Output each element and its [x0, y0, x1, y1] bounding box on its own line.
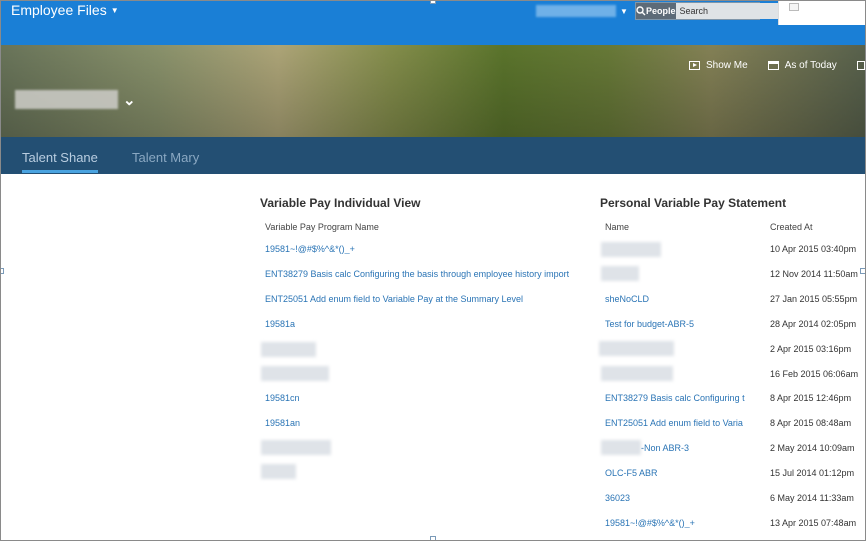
created-at-value: 13 Apr 2015 07:48am: [770, 518, 857, 528]
created-at-value: 6 May 2014 11:33am: [770, 493, 854, 503]
name-column-header: Name: [605, 222, 630, 232]
more-actions-icon[interactable]: [856, 61, 865, 70]
caret-down-icon: ▼: [110, 5, 119, 15]
app-title-label: Employee Files: [11, 2, 107, 18]
created-at-value: 16 Feb 2015 06:06am: [770, 369, 859, 379]
created-at-value: 2 May 2014 10:09am: [770, 443, 855, 453]
tab-talent-mary[interactable]: Talent Mary: [132, 137, 199, 174]
statement-link-redacted[interactable]: [599, 341, 674, 356]
variable-pay-title: Variable Pay Individual View: [260, 196, 421, 210]
program-link[interactable]: ENT38279 Basis calc Configuring the basi…: [265, 269, 569, 279]
statement-link[interactable]: Test for budget-ABR-5: [605, 319, 760, 329]
created-at-value: 27 Jan 2015 05:55pm: [770, 294, 858, 304]
as-of-today-button[interactable]: As of Today: [767, 60, 837, 71]
resize-handle[interactable]: [860, 268, 865, 274]
program-link-redacted[interactable]: [261, 342, 316, 357]
resize-handle[interactable]: [430, 1, 436, 4]
created-at-value: 8 Apr 2015 08:48am: [770, 418, 852, 428]
calendar-icon: [767, 61, 779, 70]
program-link[interactable]: 19581cn: [265, 393, 300, 403]
program-link[interactable]: ENT25051 Add enum field to Variable Pay …: [265, 294, 523, 304]
statement-link-redacted[interactable]: [601, 366, 673, 381]
program-link[interactable]: 19581a: [265, 319, 295, 329]
statement-title: Personal Variable Pay Statement: [600, 196, 787, 210]
statement-link[interactable]: ENT38279 Basis calc Configuring t: [605, 393, 749, 403]
program-link[interactable]: 19581an: [265, 418, 300, 428]
program-link[interactable]: 19581~!@#$%^&*()_+: [265, 244, 355, 254]
show-me-button[interactable]: Show Me: [689, 60, 748, 71]
created-at-column-header: Created At: [770, 222, 813, 232]
created-at-value: 2 Apr 2015 03:16pm: [770, 344, 852, 354]
created-at-value: 10 Apr 2015 03:40pm: [770, 244, 857, 254]
show-me-label: Show Me: [706, 60, 748, 71]
program-link-redacted[interactable]: [261, 366, 329, 381]
profile-banner: Show Me As of Today ⌄: [1, 45, 865, 137]
statement-link[interactable]: ENT25051 Add enum field to Varia: [605, 418, 749, 428]
app-title-menu[interactable]: Employee Files ▼: [11, 2, 119, 18]
tab-talent-shane[interactable]: Talent Shane: [22, 137, 98, 174]
created-at-value: 15 Jul 2014 01:12pm: [770, 468, 855, 478]
statement-link-redacted[interactable]: [601, 242, 661, 257]
user-name-redacted: [536, 5, 616, 17]
statement-link[interactable]: OLC-F5 ABR: [605, 468, 760, 478]
program-link-redacted[interactable]: [261, 440, 331, 455]
user-menu[interactable]: ▼: [536, 4, 628, 18]
statement-link-redacted[interactable]: [601, 440, 641, 455]
employee-name-selector[interactable]: ⌄: [15, 90, 136, 109]
resize-handle[interactable]: [1, 268, 4, 274]
banner-actions: Show Me As of Today: [689, 60, 865, 71]
top-nav-bar: Employee Files ▼ ▼ People: [1, 1, 865, 45]
chevron-down-icon: ⌄: [123, 91, 136, 109]
people-scope-button[interactable]: People: [646, 3, 676, 19]
caret-down-icon: ▼: [620, 6, 628, 16]
statement-link[interactable]: -Non ABR-3: [641, 443, 751, 453]
app-window: Employee Files ▼ ▼ People Show Me: [0, 0, 866, 541]
statement-link-redacted[interactable]: [601, 266, 639, 281]
program-link-redacted[interactable]: [261, 464, 296, 479]
created-at-value: 28 Apr 2014 02:05pm: [770, 319, 857, 329]
tab-bar: Talent Shane Talent Mary: [1, 137, 865, 174]
employee-name-redacted: [15, 90, 118, 109]
broken-image-icon: [789, 3, 799, 11]
company-logo: [778, 1, 865, 25]
play-icon: [689, 61, 700, 70]
resize-handle[interactable]: [430, 536, 436, 540]
search-icon[interactable]: [636, 3, 646, 19]
search-bar: People: [635, 2, 797, 20]
statement-link[interactable]: 36023: [605, 493, 760, 503]
created-at-value: 12 Nov 2014 11:50am: [770, 269, 858, 279]
program-name-column-header: Variable Pay Program Name: [265, 222, 379, 232]
created-at-value: 8 Apr 2015 12:46pm: [770, 393, 852, 403]
statement-link[interactable]: 19581~!@#$%^&*()_+: [605, 518, 760, 528]
as-of-today-label: As of Today: [784, 60, 837, 71]
statement-link[interactable]: sheNoCLD: [605, 294, 760, 304]
